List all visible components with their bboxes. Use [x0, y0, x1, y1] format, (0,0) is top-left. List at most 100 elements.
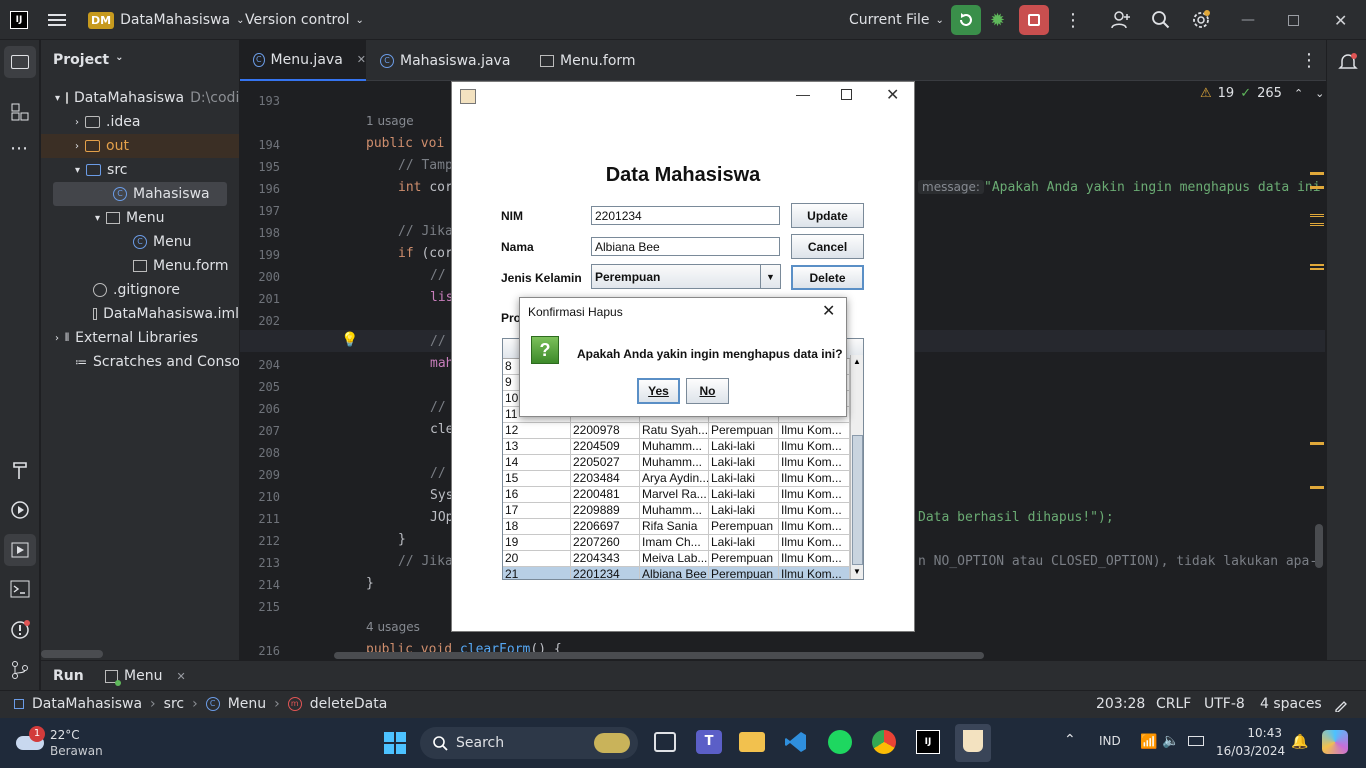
weather-temp[interactable]: 22°C: [50, 728, 80, 742]
tree-item-menu-form[interactable]: Menu.form: [41, 254, 239, 278]
scroll-up-icon[interactable]: ▲: [853, 357, 861, 366]
notification-bell-icon[interactable]: 🔔: [1291, 734, 1308, 750]
intellij-logo-icon[interactable]: IJ: [10, 0, 28, 40]
clock-time[interactable]: 10:43: [1236, 726, 1282, 740]
weather-condition[interactable]: Berawan: [50, 744, 103, 758]
jenis-kelamin-select[interactable]: Perempuan ▼: [591, 264, 781, 289]
intellij-taskbar-icon[interactable]: IJ: [916, 730, 940, 754]
line-number[interactable]: 210: [240, 490, 280, 504]
more-tools-icon[interactable]: ⋯: [10, 138, 28, 159]
update-button[interactable]: Update: [791, 203, 864, 228]
line-number[interactable]: 195: [240, 160, 280, 174]
line-number[interactable]: 204: [240, 358, 280, 372]
weather-cloud-icon[interactable]: 1: [16, 726, 46, 750]
java-app-taskbar-button[interactable]: [955, 724, 991, 762]
close-window-icon[interactable]: ✕: [886, 85, 899, 105]
tab-menu-java[interactable]: C Menu.java ✕: [240, 40, 366, 81]
tree-item-external-libraries[interactable]: › 𝍪 External Libraries: [41, 326, 239, 350]
copilot-icon[interactable]: [1322, 730, 1348, 754]
line-number[interactable]: 216: [240, 644, 280, 658]
notifications-icon[interactable]: [1338, 52, 1358, 76]
line-number[interactable]: 197: [240, 204, 280, 218]
line-number[interactable]: 211: [240, 512, 280, 526]
tab-menu-form[interactable]: Menu.form: [540, 40, 636, 81]
tree-item-out[interactable]: › out: [41, 134, 239, 158]
tab-options-icon[interactable]: ⋮: [1300, 40, 1318, 81]
code-comment[interactable]: n NO_OPTION atau CLOSED_OPTION), tidak l…: [918, 554, 1325, 569]
table-row[interactable]: 20 2204343 Meiva Lab... Perempuan Ilmu Kom..…: [503, 551, 850, 567]
maximize-window-icon[interactable]: [841, 89, 852, 100]
chevron-down-icon[interactable]: ⌄: [1315, 87, 1324, 100]
more-actions-icon[interactable]: ⋮: [1064, 0, 1082, 40]
project-panel-header[interactable]: Project ⌄: [53, 52, 123, 68]
breadcrumb-src[interactable]: src: [164, 696, 184, 712]
delete-button[interactable]: Delete: [791, 265, 864, 290]
settings-gear-icon[interactable]: [1190, 0, 1212, 40]
run-tool-button[interactable]: [4, 534, 36, 566]
minimize-window-icon[interactable]: —: [1241, 0, 1255, 40]
restore-window-icon[interactable]: [1288, 0, 1299, 40]
line-number[interactable]: 206: [240, 402, 280, 416]
breadcrumb-project[interactable]: DataMahasiswa: [32, 696, 142, 712]
tree-root[interactable]: ▾ DataMahasiswa D:\codi: [41, 86, 239, 110]
tree-item-menu-class[interactable]: C Menu: [41, 230, 239, 254]
line-number[interactable]: 194: [240, 138, 280, 152]
project-switcher[interactable]: DM DataMahasiswa ⌄: [88, 0, 245, 40]
debug-button[interactable]: ✹: [990, 0, 1005, 40]
table-row[interactable]: 17 2209889 Muhamm... Laki-laki Ilmu Kom...: [503, 503, 850, 519]
nim-input[interactable]: [591, 206, 780, 225]
table-row[interactable]: 19 2207260 Imam Ch... Laki-laki Ilmu Kom...: [503, 535, 850, 551]
code-line-209[interactable]: //: [430, 466, 446, 481]
read-only-lock-icon[interactable]: [1334, 698, 1348, 716]
line-number[interactable]: 209: [240, 468, 280, 482]
error-stripe-marker[interactable]: [1310, 186, 1324, 189]
line-number[interactable]: 214: [240, 578, 280, 592]
tree-item-mahasiswa[interactable]: C Mahasiswa: [53, 182, 227, 206]
code-line-201[interactable]: lis: [430, 290, 453, 305]
code-line-194[interactable]: public voi: [366, 136, 444, 151]
code-line-195[interactable]: // Tamp: [398, 158, 453, 173]
breadcrumb-class[interactable]: Menu: [228, 696, 266, 712]
yes-button[interactable]: Yes: [637, 378, 680, 404]
line-number[interactable]: 208: [240, 446, 280, 460]
chrome-icon[interactable]: [872, 730, 896, 754]
editor-vertical-scrollbar[interactable]: [1315, 524, 1323, 568]
tree-item-gitignore[interactable]: .gitignore: [41, 278, 239, 302]
code-line-198[interactable]: // Jika: [398, 224, 453, 239]
line-separator[interactable]: CRLF: [1156, 696, 1191, 712]
code-line-210[interactable]: Sys: [430, 488, 453, 503]
scroll-down-icon[interactable]: ▼: [853, 567, 861, 576]
tree-item-src[interactable]: ▾ src: [41, 158, 239, 182]
error-stripe-marker[interactable]: [1310, 486, 1324, 489]
usage-hint[interactable]: 1 usage: [366, 114, 414, 128]
build-hammer-icon[interactable]: [11, 460, 29, 484]
problems-icon[interactable]: [10, 620, 30, 644]
file-encoding[interactable]: UTF-8: [1204, 696, 1245, 712]
structure-icon[interactable]: [11, 103, 29, 125]
code-string[interactable]: "Apakah Anda yakin ingin menghapus data …: [984, 180, 1325, 195]
spotify-icon[interactable]: [828, 730, 852, 754]
nama-input[interactable]: [591, 237, 780, 256]
table-row[interactable]: 16 2200481 Marvel Ra... Laki-laki Ilmu Kom..…: [503, 487, 850, 503]
no-button[interactable]: No: [686, 378, 729, 404]
table-row[interactable]: 15 2203484 Arya Aydin... Laki-laki Ilmu Kom.…: [503, 471, 850, 487]
chevron-up-icon[interactable]: ⌃: [1294, 87, 1303, 100]
table-row[interactable]: 14 2205027 Muhamm... Laki-laki Ilmu Kom...: [503, 455, 850, 471]
error-stripe-marker[interactable]: [1310, 172, 1324, 175]
search-icon[interactable]: [1151, 0, 1171, 40]
input-language[interactable]: IND: [1099, 734, 1121, 748]
line-number[interactable]: 200: [240, 270, 280, 284]
code-line-200[interactable]: //: [430, 268, 446, 283]
line-number[interactable]: 202: [240, 314, 280, 328]
tree-item-idea[interactable]: › .idea: [41, 110, 239, 134]
battery-icon[interactable]: [1188, 736, 1204, 746]
code-line-203[interactable]: //: [430, 334, 446, 349]
table-scrollbar[interactable]: ▲ ▼: [850, 355, 863, 579]
swing-titlebar[interactable]: — ✕: [452, 82, 914, 112]
horizontal-scrollbar[interactable]: [41, 650, 103, 658]
taskbar-search-box[interactable]: Search: [420, 727, 638, 759]
error-stripe-marker[interactable]: [1310, 442, 1324, 445]
code-line-204[interactable]: mah: [430, 356, 453, 371]
vscode-icon[interactable]: [784, 730, 808, 754]
minimize-window-icon[interactable]: —: [796, 86, 810, 102]
